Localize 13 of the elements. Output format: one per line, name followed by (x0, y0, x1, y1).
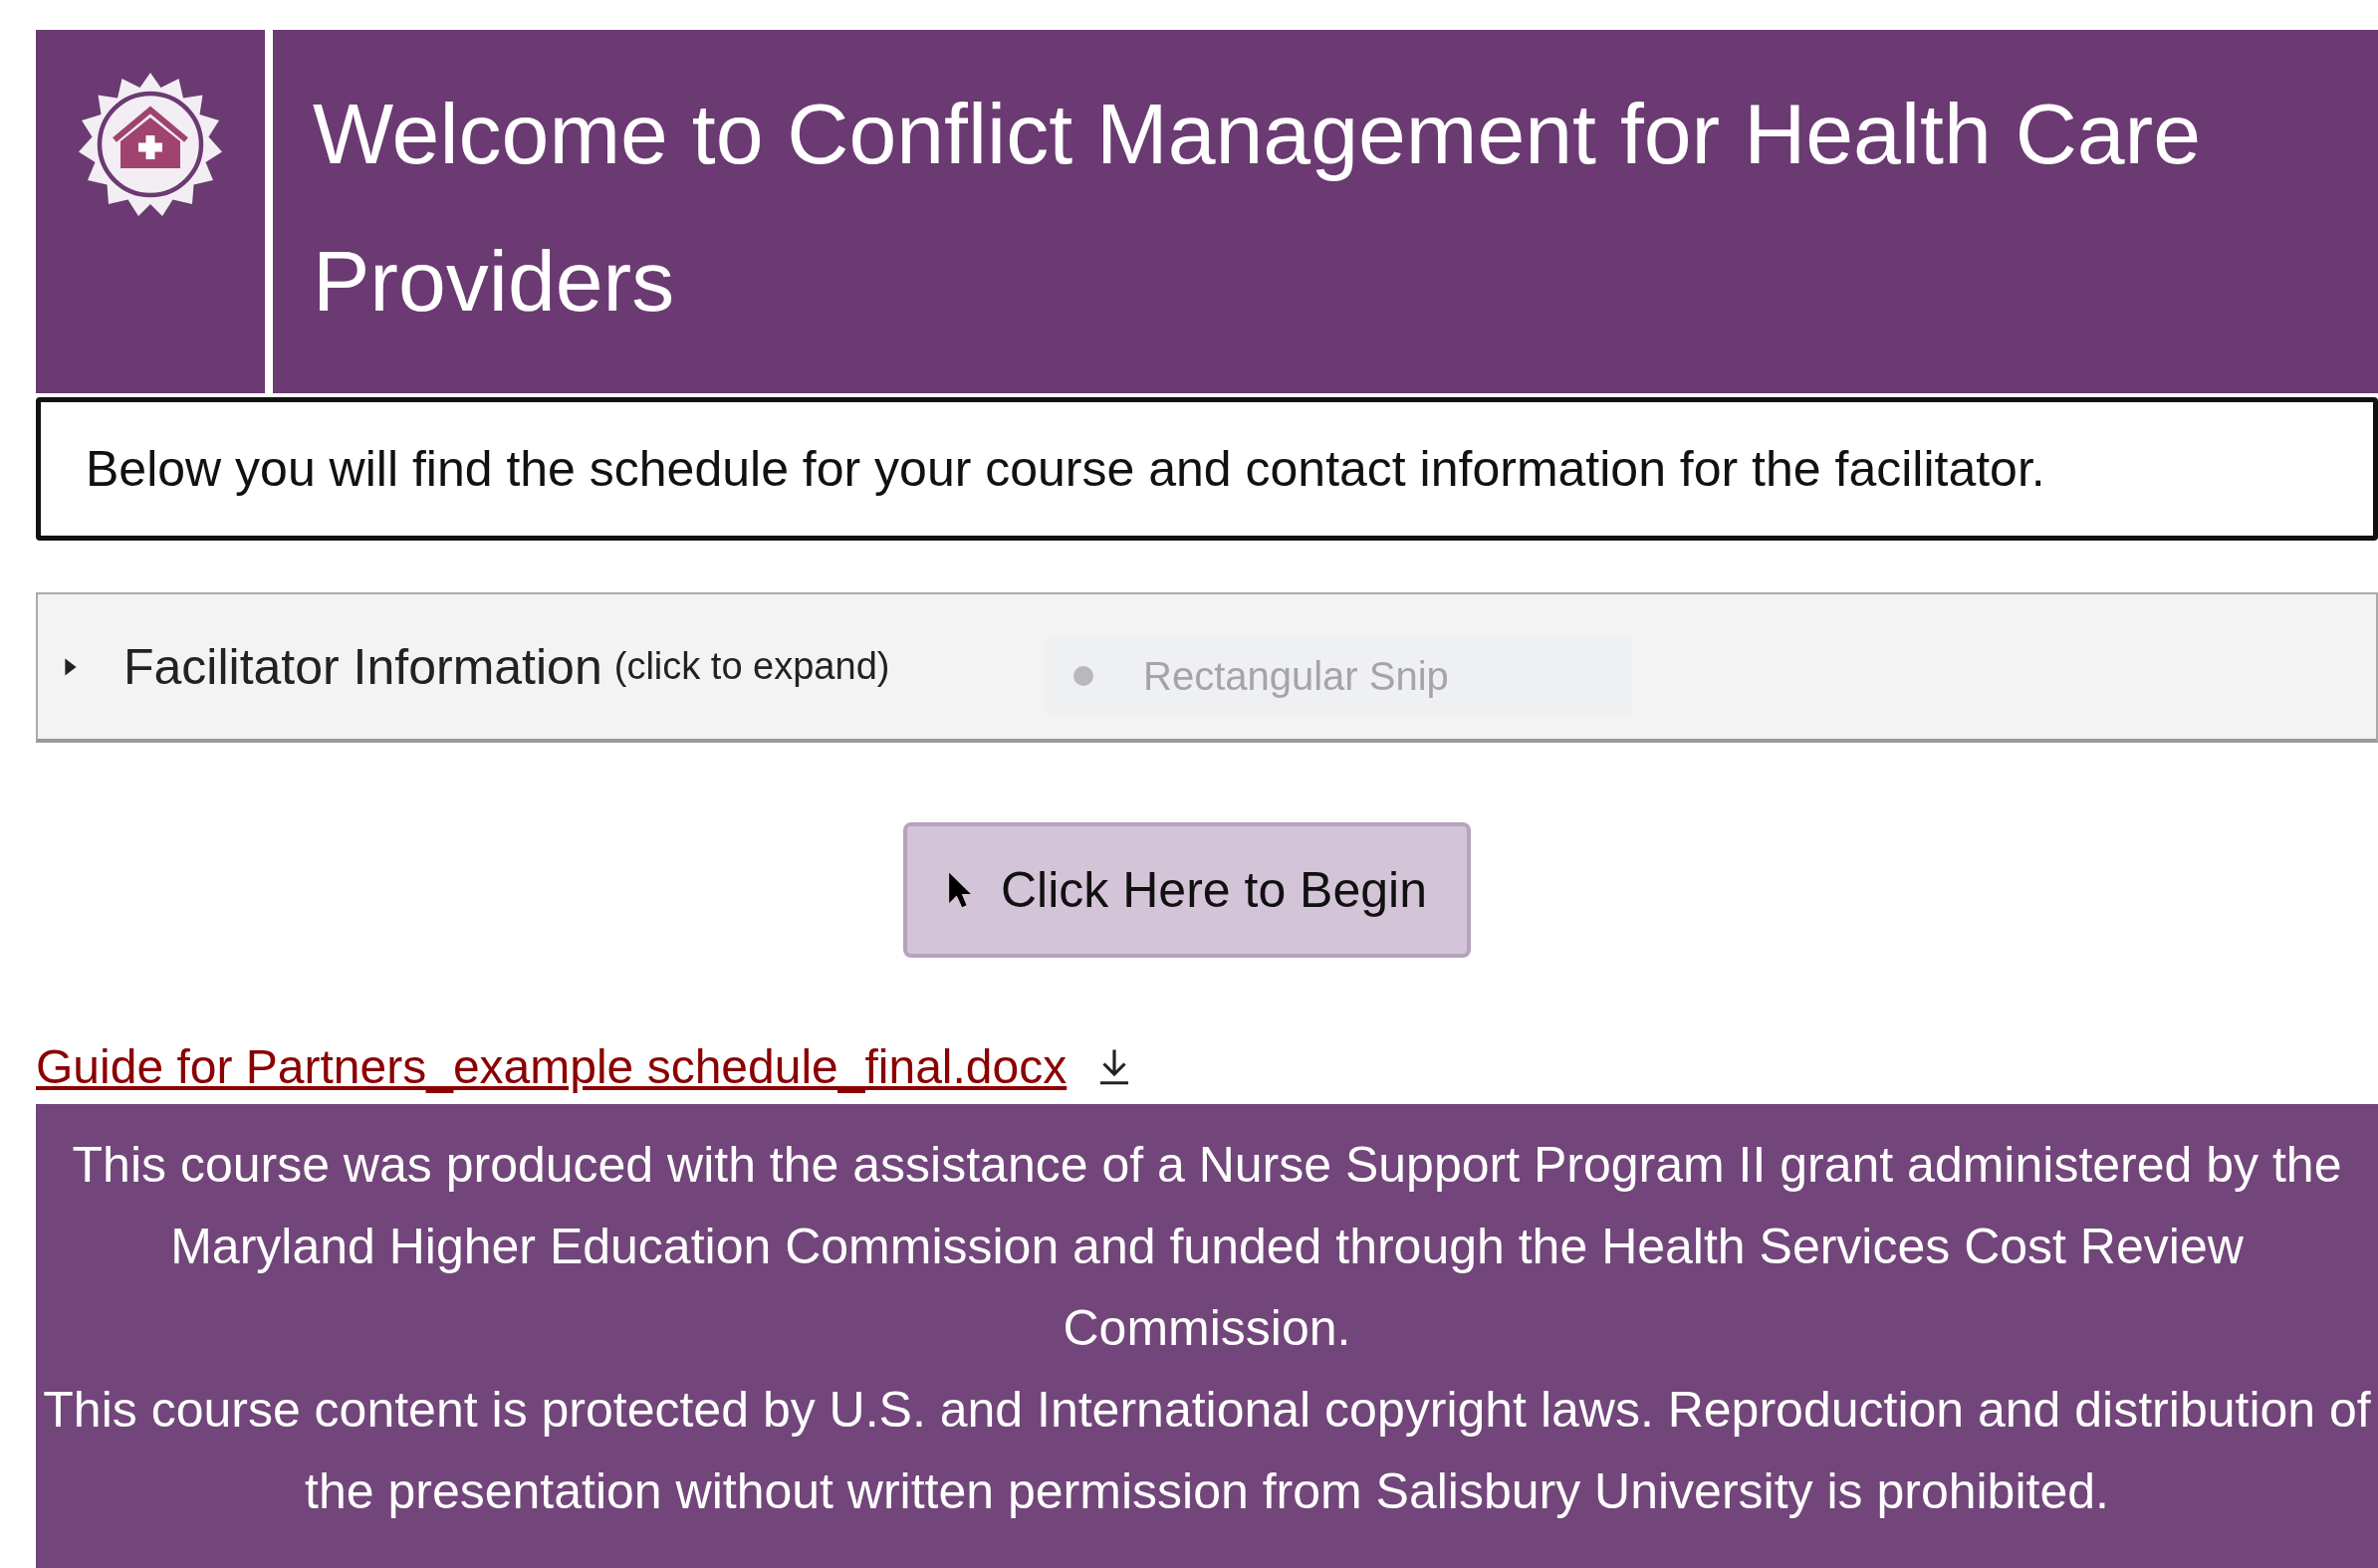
pointer-icon (947, 870, 973, 910)
file-download-link[interactable]: Guide for Partners_example schedule_final.docx (36, 1039, 1068, 1094)
snip-label: Rectangular Snip (1143, 653, 1449, 699)
footer-text: This course was produced with the assistance of a Nurse Support Program II grant administered by the Maryland Higher Education Commission and funded through the Health Services Cost Review Commission. (71, 1136, 2343, 1358)
accordion-hint: (click to expand) (613, 645, 890, 688)
accordion-label: Facilitator Information (123, 637, 602, 696)
snip-dot-icon (1073, 666, 1093, 686)
facilitator-accordion[interactable]: Facilitator Information (click to expand) Rectangular Snip (36, 592, 2378, 743)
intro-text: Below you will find the schedule for your course and contact information for the facilitator. (36, 397, 2378, 541)
begin-button[interactable]: Click Here to Begin (903, 822, 1471, 958)
expand-arrow-icon (64, 656, 78, 677)
page-title: Welcome to Conflict Management for Health Care Providers (312, 85, 2203, 331)
footer-text: This course content is protected by U.S. and International copyright laws. Reproduction and distribution of the presentation without written permission from Salisbury University is prohibited. (42, 1381, 2372, 1521)
